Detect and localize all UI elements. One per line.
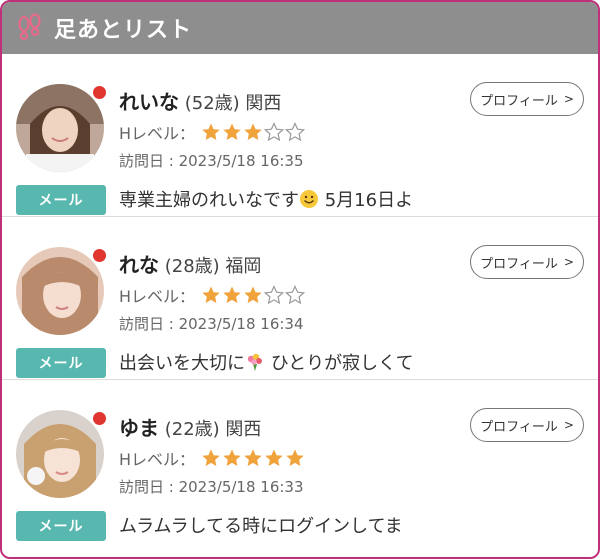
bouquet-emoji bbox=[247, 353, 262, 371]
user-name: れいな bbox=[119, 90, 179, 114]
online-indicator bbox=[91, 247, 108, 264]
chevron-right-icon: > bbox=[563, 418, 574, 432]
star-filled-icon bbox=[223, 449, 241, 466]
user-region: 関西 bbox=[225, 419, 262, 440]
smiling-face-emoji bbox=[300, 190, 318, 208]
star-filled-icon bbox=[244, 286, 262, 303]
page-title: 足あとリスト bbox=[54, 18, 193, 43]
star-filled-icon bbox=[286, 449, 304, 466]
star-empty-icon bbox=[264, 285, 285, 305]
online-indicator bbox=[91, 410, 108, 427]
visit-date: 訪問日 : 2023/5/18 16:33 bbox=[119, 478, 304, 496]
footprints-icon bbox=[18, 13, 41, 41]
online-indicator bbox=[91, 84, 108, 101]
avatar[interactable] bbox=[16, 410, 104, 498]
profile-button[interactable]: プロフィール > bbox=[470, 408, 584, 442]
chevron-right-icon: > bbox=[563, 92, 574, 106]
star-filled-icon bbox=[223, 123, 241, 140]
mail-button[interactable]: メール bbox=[16, 185, 106, 215]
user-name-line: れな (28歳) 福岡 bbox=[119, 249, 261, 278]
avatar[interactable] bbox=[16, 84, 104, 172]
chevron-right-icon: > bbox=[563, 255, 574, 269]
star-rating bbox=[201, 448, 306, 468]
list-item: ゆま (22歳) 関西 Hレベル： 訪問日 : 2023/5/18 16:33 … bbox=[2, 380, 598, 543]
user-region: 関西 bbox=[245, 93, 282, 114]
message-preview[interactable]: ムラムラしてる時にログインしてま bbox=[119, 512, 447, 540]
star-rating bbox=[201, 285, 306, 305]
mail-button[interactable]: メール bbox=[16, 511, 106, 541]
user-name: れな bbox=[119, 253, 159, 277]
user-name-line: れいな (52歳) 関西 bbox=[119, 86, 281, 115]
star-filled-icon bbox=[202, 449, 220, 466]
star-filled-icon bbox=[202, 123, 220, 140]
h-level-label: Hレベル： bbox=[119, 287, 196, 306]
message-preview[interactable]: 出会いを大切に ひとりが寂しくて bbox=[119, 349, 447, 377]
star-filled-icon bbox=[244, 123, 262, 140]
star-empty-icon bbox=[285, 122, 306, 142]
profile-button-label: プロフィール bbox=[480, 256, 558, 272]
mail-button[interactable]: メール bbox=[16, 348, 106, 378]
list-item: れいな (52歳) 関西 Hレベル： 訪問日 : 2023/5/18 16:35… bbox=[2, 54, 598, 217]
footprint-list-panel: 足あとリスト れいな (52歳) 関西 Hレベル： 訪問日 : 2023/5/1… bbox=[0, 0, 600, 559]
user-age: (52歳) bbox=[184, 93, 240, 114]
avatar[interactable] bbox=[16, 247, 104, 335]
star-empty-icon bbox=[264, 122, 285, 142]
visit-date: 訪問日 : 2023/5/18 16:34 bbox=[119, 315, 304, 333]
star-empty-icon bbox=[285, 285, 306, 305]
user-age: (28歳) bbox=[164, 256, 220, 277]
profile-button[interactable]: プロフィール > bbox=[470, 245, 584, 279]
message-preview[interactable]: 専業主婦のれいなです 5月16日よ bbox=[119, 186, 447, 214]
h-level: Hレベル： bbox=[119, 120, 306, 144]
h-level: Hレベル： bbox=[119, 283, 306, 307]
header-bar: 足あとリスト bbox=[2, 2, 598, 54]
profile-button-label: プロフィール bbox=[480, 93, 558, 109]
user-name-line: ゆま (22歳) 関西 bbox=[119, 412, 261, 441]
star-filled-icon bbox=[244, 449, 262, 466]
user-age: (22歳) bbox=[164, 419, 220, 440]
profile-button[interactable]: プロフィール > bbox=[470, 82, 584, 116]
user-region: 福岡 bbox=[225, 256, 262, 277]
user-name: ゆま bbox=[119, 416, 159, 440]
star-filled-icon bbox=[265, 449, 283, 466]
list-item: れな (28歳) 福岡 Hレベル： 訪問日 : 2023/5/18 16:34 … bbox=[2, 217, 598, 380]
star-filled-icon bbox=[223, 286, 241, 303]
star-filled-icon bbox=[202, 286, 220, 303]
visit-date: 訪問日 : 2023/5/18 16:35 bbox=[119, 152, 304, 170]
profile-button-label: プロフィール bbox=[480, 419, 558, 435]
star-rating bbox=[201, 122, 306, 142]
h-level-label: Hレベル： bbox=[119, 450, 196, 469]
h-level: Hレベル： bbox=[119, 446, 306, 470]
h-level-label: Hレベル： bbox=[119, 124, 196, 143]
